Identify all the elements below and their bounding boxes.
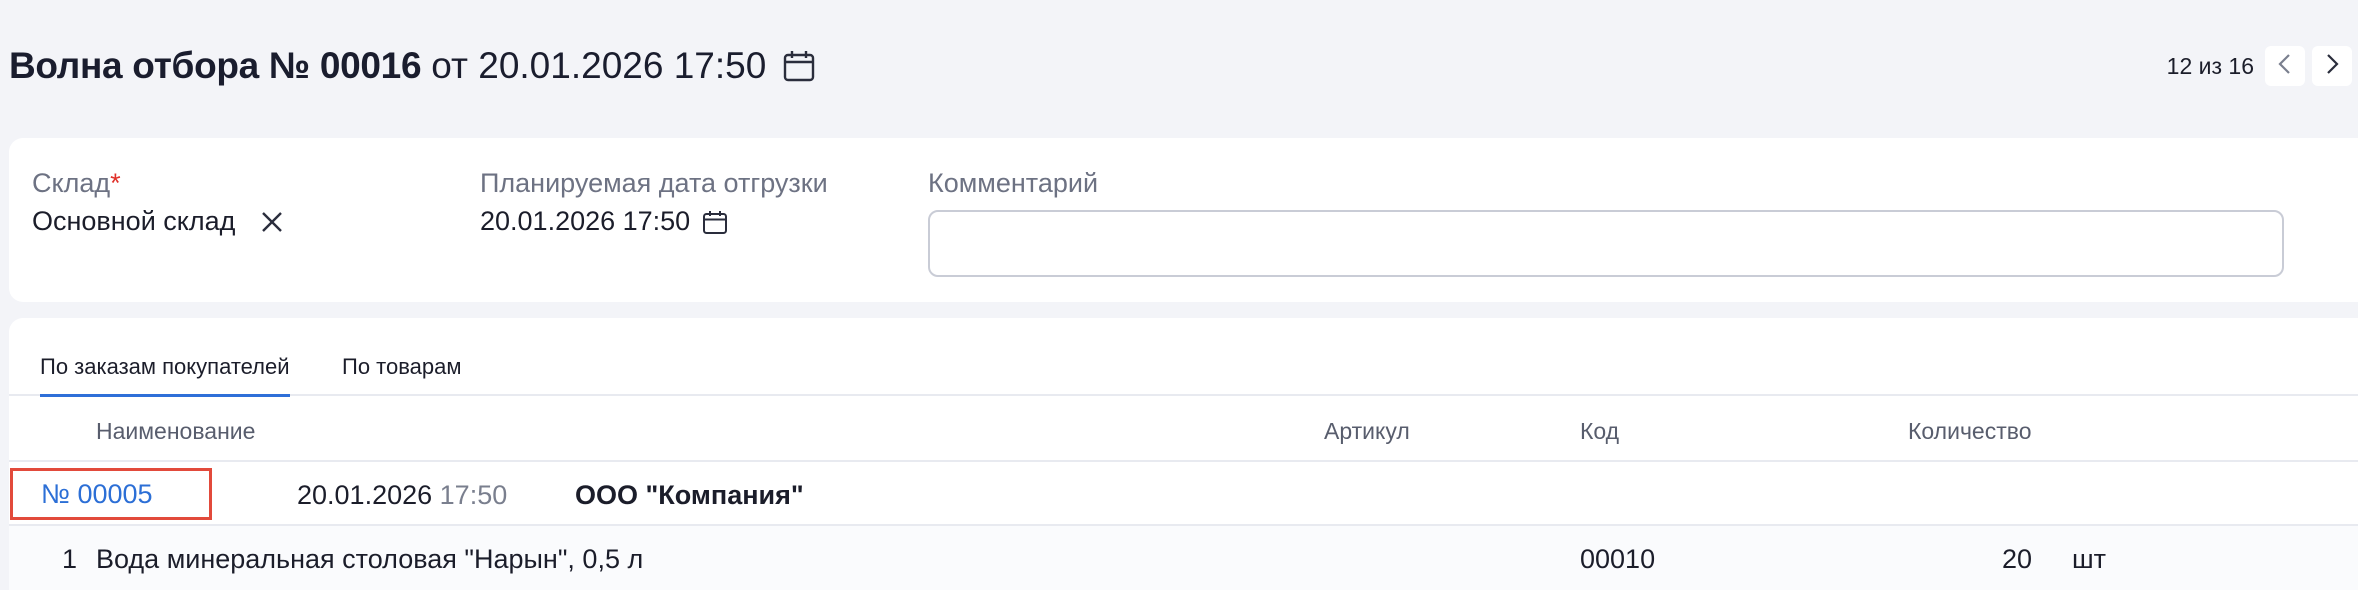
product-name: Вода минеральная столовая "Нарын", 0,5 л (96, 544, 644, 574)
order-date: 20.01.2026 17:50 (297, 480, 508, 510)
page-title: Волна отбора № 00016 (9, 45, 422, 86)
tab-by-products[interactable]: По товарам (342, 354, 462, 380)
ship-date-value: 20.01.2026 17:50 (480, 206, 691, 236)
warehouse-value: Основной склад (32, 206, 236, 236)
row-index: 1 (62, 544, 78, 574)
previous-record-button[interactable] (2265, 46, 2305, 86)
next-record-button[interactable] (2312, 46, 2352, 86)
column-header-quantity[interactable]: Количество (1908, 418, 2032, 445)
comment-label: Комментарий (928, 168, 1099, 198)
order-counterparty: ООО "Компания" (575, 480, 804, 510)
calendar-icon[interactable] (702, 209, 728, 235)
table-row[interactable]: 1 Вода минеральная столовая "Нарын", 0,5… (9, 526, 2358, 590)
document-form: Склад* Основной склад Планируемая дата о… (9, 138, 2358, 302)
picking-table-card: По заказам покупателей По товарам Наимен… (9, 318, 2358, 590)
chevron-left-icon (2275, 52, 2295, 81)
ship-date-field[interactable]: 20.01.2026 17:50 (480, 206, 728, 237)
required-mark: * (110, 168, 121, 198)
column-header-code[interactable]: Код (1580, 418, 1619, 445)
product-quantity: 20 (2002, 544, 2033, 574)
product-code: 00010 (1580, 544, 1656, 574)
order-number-link[interactable]: № 00005 (10, 468, 212, 520)
record-pager: 12 из 16 (2167, 46, 2352, 86)
order-group-row: № 00005 20.01.2026 17:50 ООО "Компания" (9, 462, 2358, 524)
pager-position: 12 из 16 (2166, 52, 2254, 79)
calendar-icon[interactable] (782, 49, 816, 83)
comment-input[interactable] (928, 210, 2284, 277)
chevron-right-icon (2322, 52, 2342, 81)
column-header-article[interactable]: Артикул (1324, 418, 1410, 445)
warehouse-label: Склад* (32, 168, 121, 198)
order-time: 17:50 (439, 480, 508, 510)
product-unit: шт (2072, 544, 2107, 574)
warehouse-field[interactable]: Основной склад (32, 206, 287, 237)
column-header-name[interactable]: Наименование (96, 418, 255, 445)
tab-by-customer-orders[interactable]: По заказам покупателей (40, 354, 290, 397)
view-tabs: По заказам покупателей По товарам (9, 318, 2358, 397)
page-subtitle-date: от 20.01.2026 17:50 (431, 45, 767, 86)
ship-date-label: Планируемая дата отгрузки (480, 168, 828, 198)
close-icon[interactable] (257, 207, 287, 237)
page-header: Волна отбора № 00016 от 20.01.2026 17:50 (9, 38, 816, 94)
